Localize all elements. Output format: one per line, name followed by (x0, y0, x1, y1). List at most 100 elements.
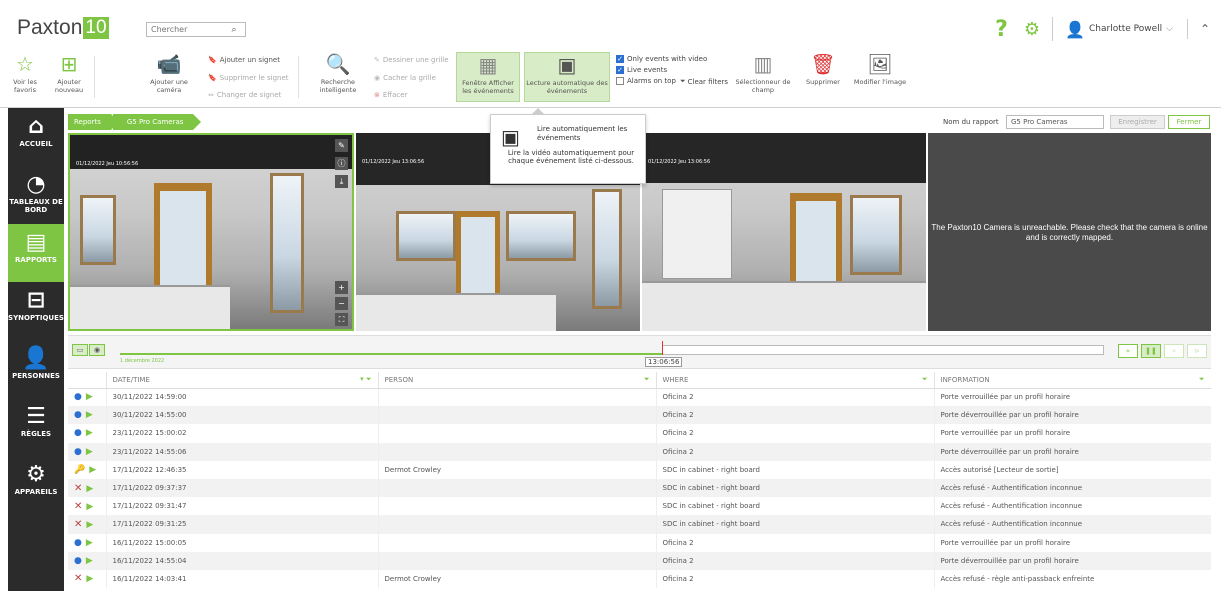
header-datetime[interactable]: DATE/TIME ▾ ⏷ (106, 372, 379, 389)
events-table: DATE/TIME ▾ ⏷ PERSON ⏷ WHERE ⏷ INFORMATION ⏷… (68, 372, 1211, 591)
table-row[interactable]: ✕ ▶ 17/11/2022 09:37:37 SDC in cabinet - ri… (68, 478, 1211, 498)
sidebar-item-accueil[interactable]: ⌂ ACCUEIL (8, 108, 64, 166)
delete-bookmark-button[interactable]: 🔖 Supprimer le signet (208, 74, 289, 82)
rewind-icon[interactable]: « (1118, 344, 1138, 358)
clear-button[interactable]: ⊗ Effacer (374, 91, 407, 99)
table-row[interactable]: ● ▶ 23/11/2022 14:55:06 Oficina 2 Porte déve… (68, 442, 1211, 461)
sidebar-item-tableaux[interactable]: ◔ TABLEAUX DE BORD (8, 166, 64, 224)
timeline-playhead[interactable] (662, 341, 663, 355)
camera-view-icon[interactable]: ◉ (89, 344, 105, 356)
cell-information: Accès refusé - règle anti-passback enfre… (934, 569, 1211, 589)
play-icon[interactable]: ▶ (86, 502, 93, 512)
change-bookmark-button[interactable]: ⇔ Changer de signet (208, 91, 281, 99)
board-image (662, 189, 732, 279)
table-row[interactable]: ● ▶ 16/11/2022 14:55:04 Oficina 2 Porte déve… (68, 551, 1211, 570)
list-view-icon[interactable]: ▭ (72, 344, 88, 356)
field-selector-button[interactable]: ▥ Sélectionneur de champ (732, 52, 794, 94)
settings-gears-icon[interactable]: ⚙ (1024, 19, 1040, 40)
breadcrumb-reports[interactable]: Reports (68, 114, 119, 130)
play-icon[interactable]: ▶ (86, 392, 93, 402)
pin-icon[interactable]: ✎ (335, 139, 348, 152)
tooltip-body: Lire la vidéo automatiquement pour chaqu… (507, 149, 635, 165)
play-icon[interactable]: ▶ (86, 410, 93, 420)
camera-tile-3[interactable]: 01/12/2022 Jeu 13:06:56 (642, 133, 926, 331)
info-icon[interactable]: ⓘ (335, 157, 348, 170)
zoom-in-icon[interactable]: + (335, 281, 348, 294)
floorplan-icon: ⊟ (26, 288, 46, 313)
help-icon[interactable]: ? (995, 17, 1008, 42)
desk-image (70, 285, 230, 329)
cell-person: Dermot Crowley (378, 569, 657, 589)
table-row[interactable]: ✕ ▶ 17/11/2022 09:31:47 SDC in cabinet - ri… (68, 497, 1211, 516)
table-row[interactable]: ● ▶ 23/11/2022 15:00:02 Oficina 2 Porte verr… (68, 424, 1211, 443)
hide-grid-button[interactable]: ◉ Cacher la grille (374, 74, 436, 82)
add-new-button[interactable]: ⊞ Ajouter nouveau (46, 52, 92, 94)
play-icon[interactable]: ▶ (86, 520, 93, 530)
add-bookmark-button[interactable]: 🔖 Ajouter un signet (208, 56, 280, 64)
chevron-down-icon[interactable]: ⌵ (1166, 24, 1173, 34)
sidebar-item-appareils[interactable]: ⚙ APPAREILS (8, 456, 64, 514)
live-events-checkbox[interactable]: ✓ Live events (616, 66, 667, 74)
edit-image-button[interactable]: 🖼 Modifier l'image (850, 52, 910, 86)
play-icon[interactable]: ▶ (86, 538, 93, 548)
search-input[interactable] (147, 23, 225, 36)
collapse-ribbon-icon[interactable]: ⌃ (1187, 19, 1210, 39)
pause-icon[interactable]: ❚❚ (1141, 344, 1161, 358)
save-button[interactable]: Enregistrer (1110, 115, 1165, 129)
filter-icon[interactable]: ⏷ (922, 375, 928, 384)
only-events-video-checkbox[interactable]: ✓ Only events with video (616, 55, 707, 63)
draw-grid-button[interactable]: ✎ Dessiner une grille (374, 56, 449, 64)
info-icon: ● (74, 446, 82, 457)
row-icons: ● ▶ (68, 406, 107, 425)
header-information[interactable]: INFORMATION ⏷ (934, 372, 1211, 389)
autoplay-icon: ▣ (501, 125, 520, 149)
sidebar-item-synoptiques[interactable]: ⊟ SYNOPTIQUES (8, 282, 64, 340)
play-icon[interactable]: ▶ (86, 447, 93, 457)
play-icon[interactable]: ▶ (86, 556, 93, 566)
sidebar-item-rapports[interactable]: ▤ RAPPORTS (8, 224, 64, 282)
window-image (270, 173, 304, 313)
filter-icon[interactable]: ⏷ (644, 375, 650, 384)
eye-icon: ◉ (374, 74, 381, 82)
paxton-logo[interactable]: Paxton 10 (17, 16, 109, 40)
filter-icon[interactable]: ⏷ (1199, 375, 1205, 384)
autoplay-events-button[interactable]: ▣ Lecture automatique des événements (524, 52, 610, 102)
close-button[interactable]: Fermer (1168, 115, 1210, 129)
add-camera-button[interactable]: 📹 Ajouter une caméra (142, 52, 196, 94)
header-person[interactable]: PERSON ⏷ (378, 372, 657, 389)
cell-datetime: 17/11/2022 09:37:37 (106, 478, 379, 498)
table-row[interactable]: ● ▶ 30/11/2022 14:55:00 Oficina 2 Porte déve… (68, 406, 1211, 425)
sidebar-item-regles[interactable]: ☰ RÈGLES (8, 398, 64, 456)
table-row[interactable]: ● ▶ 16/11/2022 15:00:05 Oficina 2 Porte verr… (68, 533, 1211, 552)
report-name-input[interactable]: G5 Pro Cameras (1006, 115, 1104, 129)
camera-tile-1[interactable]: 01/12/2022 Jeu 10:56:56 ✎ ⓘ ⤓ + − ⛶ (68, 133, 354, 331)
table-row[interactable]: ✕ ▶ 16/11/2022 14:03:41 Dermot Crowley Ofici… (68, 569, 1211, 589)
forward-icon[interactable]: » (1164, 344, 1184, 358)
smart-search-button[interactable]: 🔍 Recherche intelligente (312, 52, 364, 94)
rules-icon: ☰ (26, 404, 46, 429)
timeline-track[interactable]: 13:06:56 (120, 341, 1104, 367)
breadcrumb-current: G5 Pro Cameras (112, 114, 201, 130)
events-window-button[interactable]: ▦ Fenêtre Afficher les événements (456, 52, 520, 102)
download-icon[interactable]: ⤓ (335, 175, 348, 188)
favorites-button[interactable]: ☆ Voir les favoris (4, 52, 46, 94)
alarms-on-top-checkbox[interactable]: Alarms on top (616, 77, 676, 85)
delete-button[interactable]: 🗑 Supprimer (800, 52, 846, 86)
table-row[interactable]: 🔑 ▶ 17/11/2022 12:46:35 Dermot Crowley SDC i… (68, 460, 1211, 479)
cell-where: SDC in cabinet - right board (656, 460, 935, 479)
fullscreen-icon[interactable]: ⛶ (335, 313, 348, 326)
play-icon[interactable]: ▶ (86, 484, 93, 494)
clear-filters-button[interactable]: ⏷ Clear filters (680, 77, 728, 86)
table-row[interactable]: ✕ ▶ 17/11/2022 09:31:25 SDC in cabinet - ri… (68, 515, 1211, 534)
header-where[interactable]: WHERE ⏷ (656, 372, 935, 389)
live-icon[interactable]: ⊳ (1187, 344, 1207, 358)
play-icon[interactable]: ▶ (86, 574, 93, 584)
zoom-out-icon[interactable]: − (335, 297, 348, 310)
table-row[interactable]: ● ▶ 30/11/2022 14:59:00 Oficina 2 Porte verr… (68, 388, 1211, 407)
play-icon[interactable]: ▶ (89, 465, 96, 475)
search-icon[interactable]: ⌕ (225, 25, 243, 35)
user-name[interactable]: Charlotte Powell (1089, 24, 1162, 34)
sidebar-item-personnes[interactable]: 👤 PERSONNES (8, 340, 64, 398)
play-icon[interactable]: ▶ (86, 428, 93, 438)
sort-filter-icon[interactable]: ▾ ⏷ (360, 375, 371, 384)
